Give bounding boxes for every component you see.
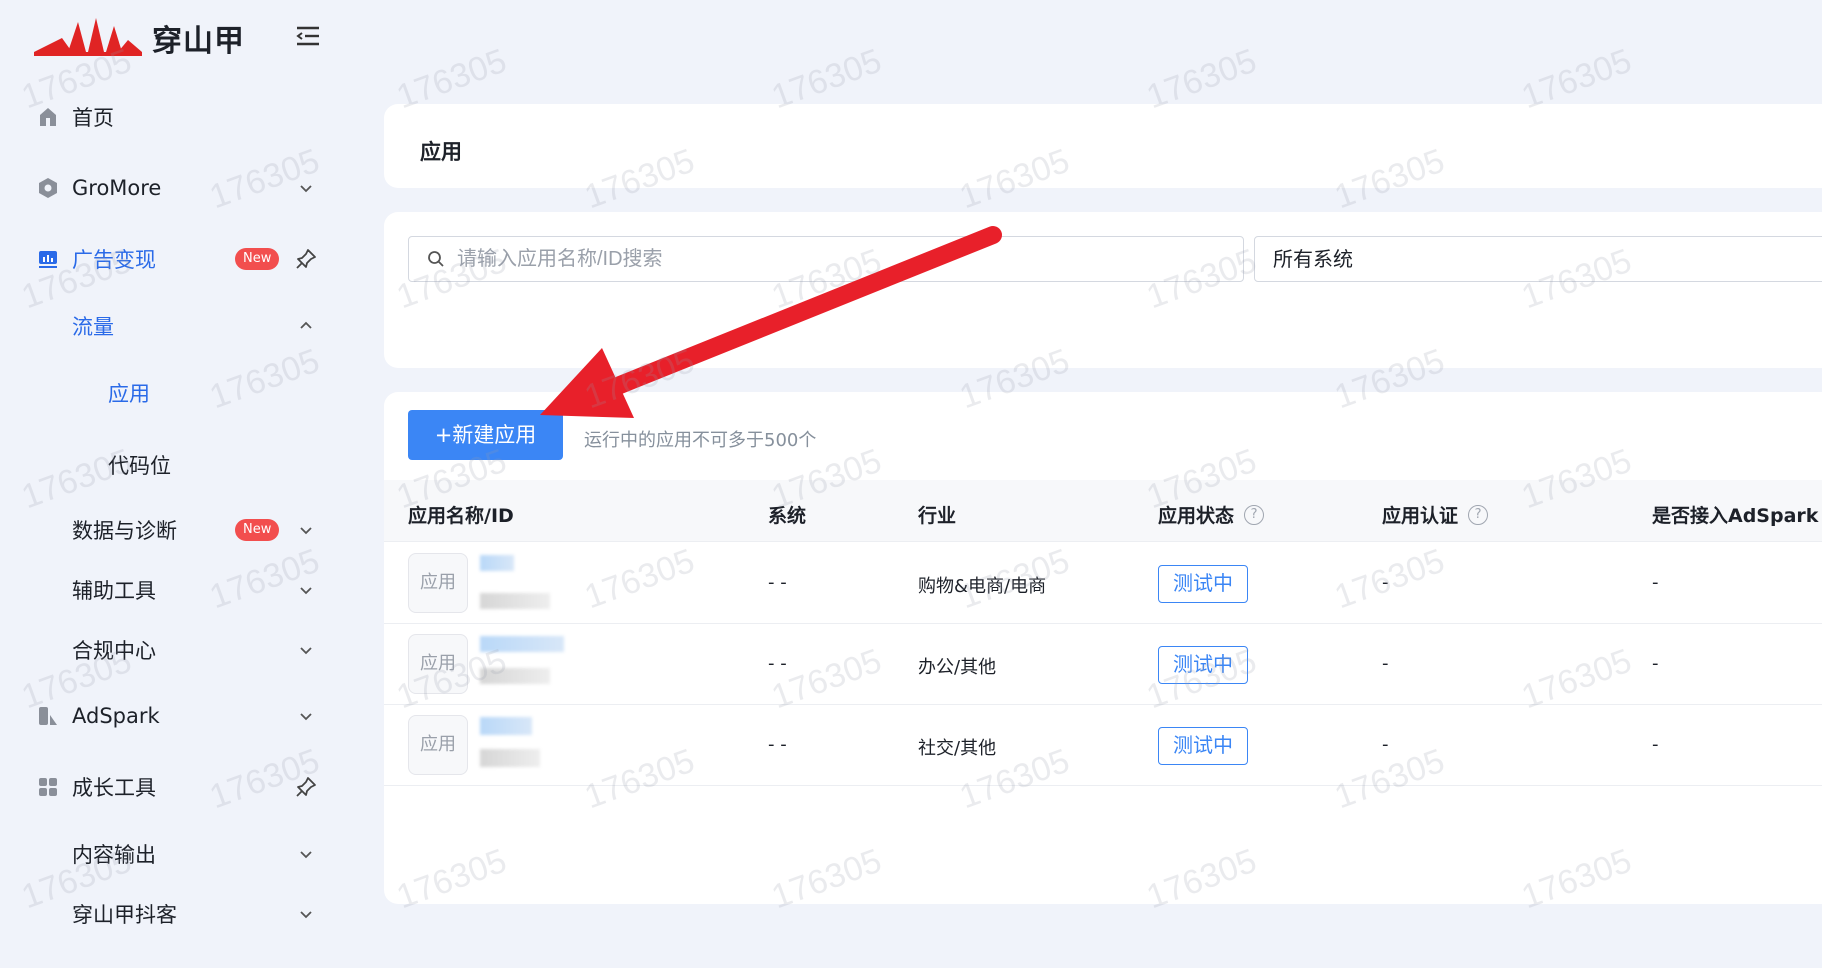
system-select[interactable]: 所有系统 bbox=[1254, 236, 1822, 282]
cell-industry: 社交/其他 bbox=[918, 738, 997, 759]
cell-system: - - bbox=[768, 653, 787, 674]
new-app-button[interactable]: +新建应用 bbox=[408, 410, 563, 460]
sidebar-item-label: 成长工具 bbox=[72, 776, 156, 800]
redacted-app-name bbox=[480, 717, 532, 735]
sidebar-item-content-output[interactable]: 内容输出 bbox=[0, 829, 330, 879]
redacted-app-id bbox=[480, 749, 540, 767]
sidebar-item-label: 数据与诊断 bbox=[72, 519, 177, 543]
column-header-app-cert: 应用认证? bbox=[1382, 501, 1489, 528]
home-icon bbox=[36, 105, 60, 129]
sidebar: 穿山甲 首页 GroMore 广告变现 New 流量 应用 代码位 数据与诊断 … bbox=[0, 0, 360, 968]
table-row[interactable]: 应用 - - 购物&电商/电商 测试中 - - bbox=[384, 543, 1822, 624]
sidebar-item-adspark[interactable]: AdSpark bbox=[0, 691, 330, 741]
chart-icon bbox=[36, 247, 60, 271]
sidebar-item-gromore[interactable]: GroMore bbox=[0, 163, 330, 213]
cell-adspark: - bbox=[1652, 653, 1659, 674]
sidebar-item-label: 广告变现 bbox=[72, 248, 156, 272]
new-badge: New bbox=[235, 519, 280, 541]
chevron-down-icon bbox=[300, 911, 312, 919]
chevron-down-icon bbox=[300, 713, 312, 721]
hexagon-icon bbox=[36, 176, 60, 200]
sidebar-item-label: 首页 bbox=[72, 106, 114, 130]
pin-icon[interactable] bbox=[294, 775, 318, 799]
sidebar-item-label: 代码位 bbox=[108, 454, 171, 478]
help-icon[interactable]: ? bbox=[1468, 504, 1489, 525]
sidebar-item-label: 合规中心 bbox=[72, 639, 156, 663]
status-badge: 测试中 bbox=[1158, 646, 1248, 684]
redacted-app-id bbox=[480, 668, 550, 684]
chevron-down-icon bbox=[300, 185, 312, 193]
sidebar-item-compliance[interactable]: 合规中心 bbox=[0, 625, 330, 675]
search-box[interactable] bbox=[408, 236, 1244, 282]
sidebar-item-label: GroMore bbox=[72, 176, 162, 200]
filter-panel: 所有系统 bbox=[384, 212, 1822, 368]
sidebar-item-aux-tools[interactable]: 辅助工具 bbox=[0, 565, 330, 615]
cell-system: - - bbox=[768, 734, 787, 755]
table-row[interactable]: 应用 - - 社交/其他 测试中 - - bbox=[384, 705, 1822, 786]
sidebar-item-data-diagnosis[interactable]: 数据与诊断 New bbox=[0, 505, 330, 555]
sidebar-item-label: AdSpark bbox=[72, 704, 160, 728]
cell-industry: 购物&电商/电商 bbox=[918, 576, 1047, 597]
sidebar-item-label: 穿山甲抖客 bbox=[72, 903, 177, 927]
column-header-adspark: 是否接入AdSpark? bbox=[1652, 505, 1819, 527]
chevron-up-icon bbox=[300, 321, 312, 329]
app-thumbnail: 应用 bbox=[408, 553, 468, 613]
cell-cert: - bbox=[1382, 653, 1389, 674]
help-icon[interactable]: ? bbox=[1244, 504, 1265, 525]
redacted-app-name bbox=[480, 555, 514, 571]
sidebar-item-ad-slots[interactable]: 代码位 bbox=[0, 440, 330, 490]
sidebar-item-label: 辅助工具 bbox=[72, 579, 156, 603]
table-row[interactable]: 应用 - - 办公/其他 测试中 - - bbox=[384, 624, 1822, 705]
cell-cert: - bbox=[1382, 734, 1389, 755]
page-header: 应用 bbox=[384, 104, 1822, 188]
pin-icon[interactable] bbox=[294, 247, 318, 271]
brand-name: 穿山甲 bbox=[152, 24, 245, 59]
column-header-industry: 行业 bbox=[918, 505, 957, 527]
sidebar-item-label: 流量 bbox=[72, 315, 114, 339]
cell-system: - - bbox=[768, 572, 787, 593]
chevron-down-icon bbox=[300, 587, 312, 595]
sidebar-item-label: 应用 bbox=[108, 382, 150, 406]
table-header: 应用名称/ID 系统 行业 应用状态? 应用认证? 是否接入AdSpark? bbox=[384, 480, 1822, 542]
chevron-down-icon bbox=[300, 647, 312, 655]
cell-industry: 办公/其他 bbox=[918, 657, 997, 678]
app-limit-hint: 运行中的应用不可多于500个 bbox=[584, 430, 817, 451]
adspark-icon bbox=[36, 704, 60, 728]
search-input[interactable] bbox=[457, 247, 1217, 271]
cell-cert: - bbox=[1382, 572, 1389, 593]
grid-icon bbox=[36, 775, 60, 799]
status-badge: 测试中 bbox=[1158, 565, 1248, 603]
menu-collapse-icon[interactable] bbox=[293, 23, 323, 49]
column-header-system: 系统 bbox=[768, 505, 807, 527]
sidebar-item-growth-tools[interactable]: 成长工具 bbox=[0, 762, 330, 812]
cell-adspark: - bbox=[1652, 734, 1659, 755]
redacted-app-id bbox=[480, 593, 550, 609]
new-badge: New bbox=[235, 248, 280, 270]
search-icon bbox=[428, 251, 444, 267]
app-list-panel: +新建应用 运行中的应用不可多于500个 应用名称/ID 系统 行业 应用状态?… bbox=[384, 392, 1822, 904]
chevron-down-icon bbox=[300, 851, 312, 859]
app-thumbnail: 应用 bbox=[408, 715, 468, 775]
brand-logo[interactable]: 穿山甲 bbox=[34, 16, 245, 60]
sidebar-item-douke[interactable]: 穿山甲抖客 bbox=[0, 889, 330, 939]
sidebar-item-label: 内容输出 bbox=[72, 843, 156, 867]
column-header-app-status: 应用状态? bbox=[1158, 501, 1265, 528]
status-badge: 测试中 bbox=[1158, 727, 1248, 765]
column-header-app-name: 应用名称/ID bbox=[408, 505, 514, 527]
sidebar-item-ad-monetization[interactable]: 广告变现 New bbox=[0, 234, 330, 284]
sidebar-item-traffic[interactable]: 流量 bbox=[0, 301, 330, 351]
cell-adspark: - bbox=[1652, 572, 1659, 593]
redacted-app-name bbox=[480, 636, 564, 652]
pangolin-logo-icon bbox=[34, 18, 142, 56]
sidebar-item-home[interactable]: 首页 bbox=[0, 92, 330, 142]
chevron-down-icon bbox=[300, 527, 312, 535]
page-title: 应用 bbox=[420, 140, 462, 164]
app-thumbnail: 应用 bbox=[408, 634, 468, 694]
sidebar-item-apps[interactable]: 应用 bbox=[0, 368, 330, 418]
